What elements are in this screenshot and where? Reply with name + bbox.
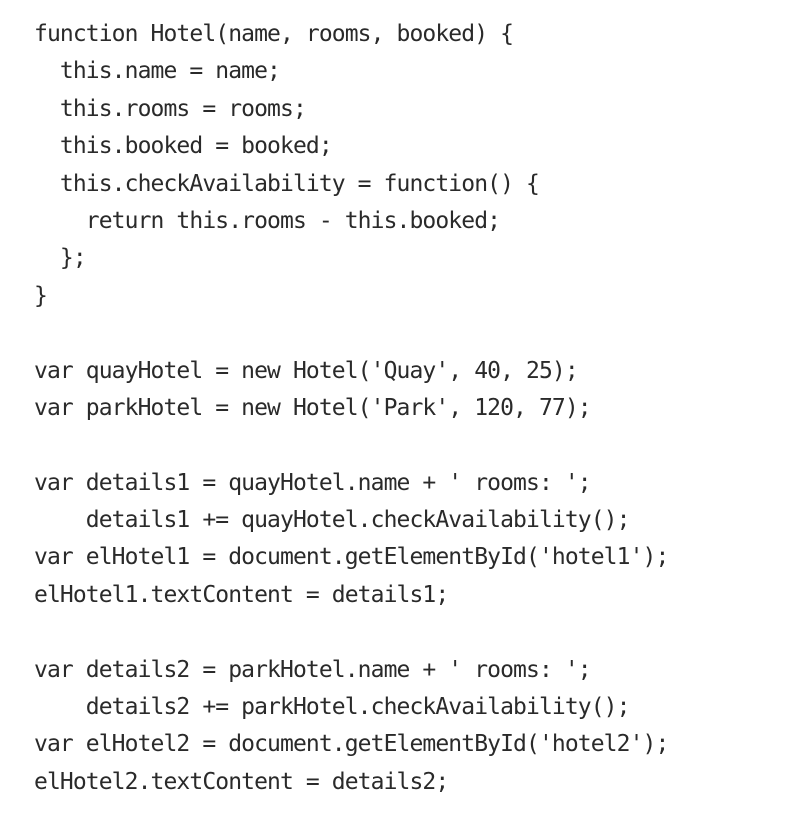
code-line-hotel-constructor: function Hotel(name, rooms, booked) {: [34, 21, 514, 47]
code-line-constructor-close: }: [34, 282, 48, 309]
code-line-method-close: };: [34, 245, 87, 272]
code-line-assign-rooms: this.rooms = rooms;: [34, 95, 307, 122]
code-line-elhotel1-text: elHotel1.textContent = details1;: [34, 581, 449, 608]
code-line-elhotel2-lookup: var elHotel2 = document.getElementById('…: [34, 731, 669, 758]
code-line-park-hotel: var parkHotel = new Hotel('Park', 120, 7…: [34, 394, 592, 421]
code-block: function Hotel(name, rooms, booked) { th…: [34, 16, 810, 801]
code-line-elhotel2-text: elHotel2.textContent = details2;: [34, 768, 449, 795]
code-line-details2-declare: var details2 = parkHotel.name + ' rooms:…: [34, 656, 592, 683]
code-line-quay-hotel: var quayHotel = new Hotel('Quay', 40, 25…: [34, 357, 579, 384]
code-line-details1-declare: var details1 = quayHotel.name + ' rooms:…: [34, 469, 592, 496]
code-line-return-statement: return this.rooms - this.booked;: [34, 207, 501, 234]
code-line-assign-booked: this.booked = booked;: [34, 133, 333, 160]
code-line-check-availability-method: this.checkAvailability = function() {: [34, 170, 540, 197]
code-line-elhotel1-lookup: var elHotel1 = document.getElementById('…: [34, 544, 669, 571]
code-line-assign-name: this.name = name;: [34, 58, 281, 85]
code-line-details1-append: details1 += quayHotel.checkAvailability(…: [34, 507, 631, 534]
code-line-details2-append: details2 += parkHotel.checkAvailability(…: [34, 694, 631, 721]
